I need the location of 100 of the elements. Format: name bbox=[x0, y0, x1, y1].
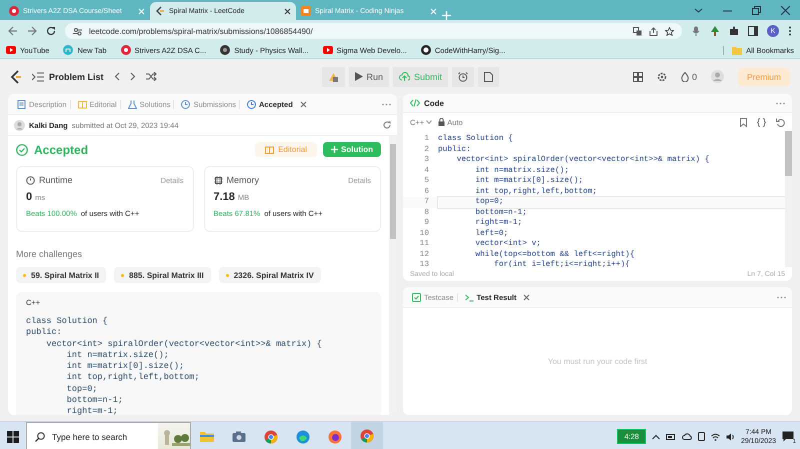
more-options-icon[interactable] bbox=[382, 102, 391, 106]
speaker-icon[interactable] bbox=[726, 432, 735, 440]
tune-icon bbox=[73, 26, 82, 36]
chevron-left-icon[interactable] bbox=[114, 72, 120, 81]
translate-icon[interactable] bbox=[633, 26, 642, 36]
forward-arrow-icon[interactable] bbox=[27, 26, 37, 36]
chrome-logo-icon bbox=[360, 428, 374, 442]
address-bar[interactable]: leetcode.com/problems/spiral-matrix/submissions/1086854490/ bbox=[65, 23, 682, 39]
chevron-right-icon[interactable] bbox=[130, 72, 136, 81]
challenge-link[interactable]: 885. Spiral Matrix III bbox=[114, 267, 211, 283]
clock-icon bbox=[247, 100, 256, 108]
checkbox-icon bbox=[412, 292, 421, 302]
play-icon bbox=[354, 72, 363, 81]
camera-icon bbox=[232, 430, 246, 444]
chevron-up-icon[interactable] bbox=[652, 434, 660, 440]
metric-value: 0 bbox=[26, 191, 32, 203]
chevron-down-icon bbox=[426, 120, 432, 124]
close-icon[interactable] bbox=[523, 294, 530, 300]
debug-button[interactable] bbox=[322, 66, 345, 86]
braces-icon[interactable] bbox=[757, 118, 766, 126]
document-icon bbox=[484, 72, 494, 82]
share-icon[interactable] bbox=[649, 26, 658, 36]
leetcode-logo-icon bbox=[155, 6, 165, 16]
code-editor[interactable] bbox=[403, 131, 785, 267]
undo-icon[interactable] bbox=[776, 118, 785, 126]
notification-icon[interactable] bbox=[782, 431, 794, 442]
menu-dots-icon[interactable] bbox=[788, 26, 792, 36]
edge-logo-icon bbox=[296, 430, 310, 444]
alarm-button[interactable] bbox=[452, 66, 474, 86]
shuffle-icon[interactable] bbox=[146, 72, 157, 81]
stopwatch-icon bbox=[26, 176, 35, 184]
wifi-icon[interactable] bbox=[710, 432, 720, 440]
folder-icon bbox=[732, 46, 742, 54]
book-icon bbox=[78, 100, 87, 108]
challenge-link[interactable]: 2326. Spiral Matrix IV bbox=[218, 267, 321, 283]
code-brackets-icon bbox=[410, 99, 420, 107]
url-text: leetcode.com/problems/spiral-matrix/submissions/1086854490/ bbox=[89, 26, 314, 36]
close-icon[interactable] bbox=[781, 6, 790, 14]
scrollbar[interactable] bbox=[785, 131, 792, 267]
close-icon[interactable] bbox=[284, 8, 291, 14]
device-icon[interactable] bbox=[698, 432, 705, 441]
round-logo-icon bbox=[9, 6, 19, 16]
code-line: int top,right,left,bottom; bbox=[66, 372, 200, 384]
chevron-down-icon[interactable] bbox=[694, 6, 703, 14]
metric-label: Memory bbox=[226, 175, 260, 185]
battery-icon[interactable] bbox=[666, 434, 676, 440]
layout-grid-icon[interactable] bbox=[632, 72, 643, 82]
cloud-icon[interactable] bbox=[682, 433, 692, 440]
code-line: bottom=n-1; bbox=[66, 395, 124, 406]
code-line: class Solution { bbox=[26, 316, 109, 328]
section-heading: More challenges bbox=[16, 249, 84, 259]
play-logo-icon bbox=[6, 45, 16, 55]
windows-start-icon[interactable] bbox=[7, 430, 19, 442]
more-options-icon[interactable] bbox=[776, 102, 785, 104]
round-logo-icon bbox=[220, 45, 230, 55]
document-icon bbox=[17, 100, 26, 108]
reload-icon[interactable] bbox=[46, 26, 56, 36]
more-options-icon[interactable] bbox=[777, 296, 786, 298]
code-line: public: bbox=[26, 327, 63, 339]
code-line: top=0; bbox=[66, 384, 98, 396]
code-line: int m=matrix[0].size(); bbox=[66, 361, 186, 372]
refresh-icon[interactable] bbox=[383, 121, 391, 129]
cloud-upload-icon bbox=[399, 72, 410, 81]
leetcode-logo-icon[interactable] bbox=[10, 70, 22, 84]
chrome-logo-icon bbox=[264, 430, 278, 444]
round-logo-icon bbox=[63, 45, 74, 55]
empty-message: You must run your code first bbox=[548, 357, 648, 366]
code-line: vector<int> spiralOrder(vector<vector<int>>& matrix) { bbox=[45, 338, 323, 350]
bookmark-icon[interactable] bbox=[740, 118, 747, 126]
restore-icon[interactable] bbox=[752, 6, 761, 14]
firefox-logo-icon bbox=[328, 430, 342, 444]
list-icon bbox=[32, 72, 44, 82]
problem-list-link[interactable]: Problem List bbox=[32, 72, 104, 82]
side-panel-icon[interactable] bbox=[748, 26, 758, 36]
plus-icon bbox=[331, 146, 338, 153]
check-circle-icon bbox=[16, 144, 28, 156]
search-field[interactable]: Type here to search bbox=[26, 422, 191, 449]
lock-icon bbox=[438, 118, 446, 126]
status-heading: Accepted bbox=[34, 142, 90, 156]
streak-counter[interactable]: 0 bbox=[680, 72, 697, 82]
back-arrow-icon[interactable] bbox=[8, 26, 18, 36]
run-button[interactable]: Run bbox=[348, 66, 390, 86]
tree-icon[interactable] bbox=[710, 26, 720, 36]
notes-button[interactable] bbox=[478, 66, 500, 86]
challenge-link[interactable]: 59. Spiral Matrix II bbox=[16, 267, 106, 283]
settings-icon[interactable] bbox=[656, 72, 667, 82]
metric-value: 7.18 bbox=[214, 191, 235, 203]
flask-icon bbox=[128, 100, 137, 108]
alarm-clock-icon bbox=[458, 72, 468, 82]
taskbar-app[interactable] bbox=[351, 422, 383, 449]
close-icon[interactable] bbox=[300, 100, 307, 108]
metric-label: Runtime bbox=[39, 175, 73, 185]
book-icon bbox=[265, 146, 274, 154]
drop-icon bbox=[680, 72, 689, 82]
clock-icon bbox=[181, 100, 190, 108]
square-logo-icon bbox=[301, 6, 311, 16]
microphone-icon[interactable] bbox=[691, 26, 701, 36]
folder-icon bbox=[200, 430, 214, 444]
star-icon[interactable] bbox=[665, 26, 674, 36]
bug-icon bbox=[328, 71, 339, 82]
